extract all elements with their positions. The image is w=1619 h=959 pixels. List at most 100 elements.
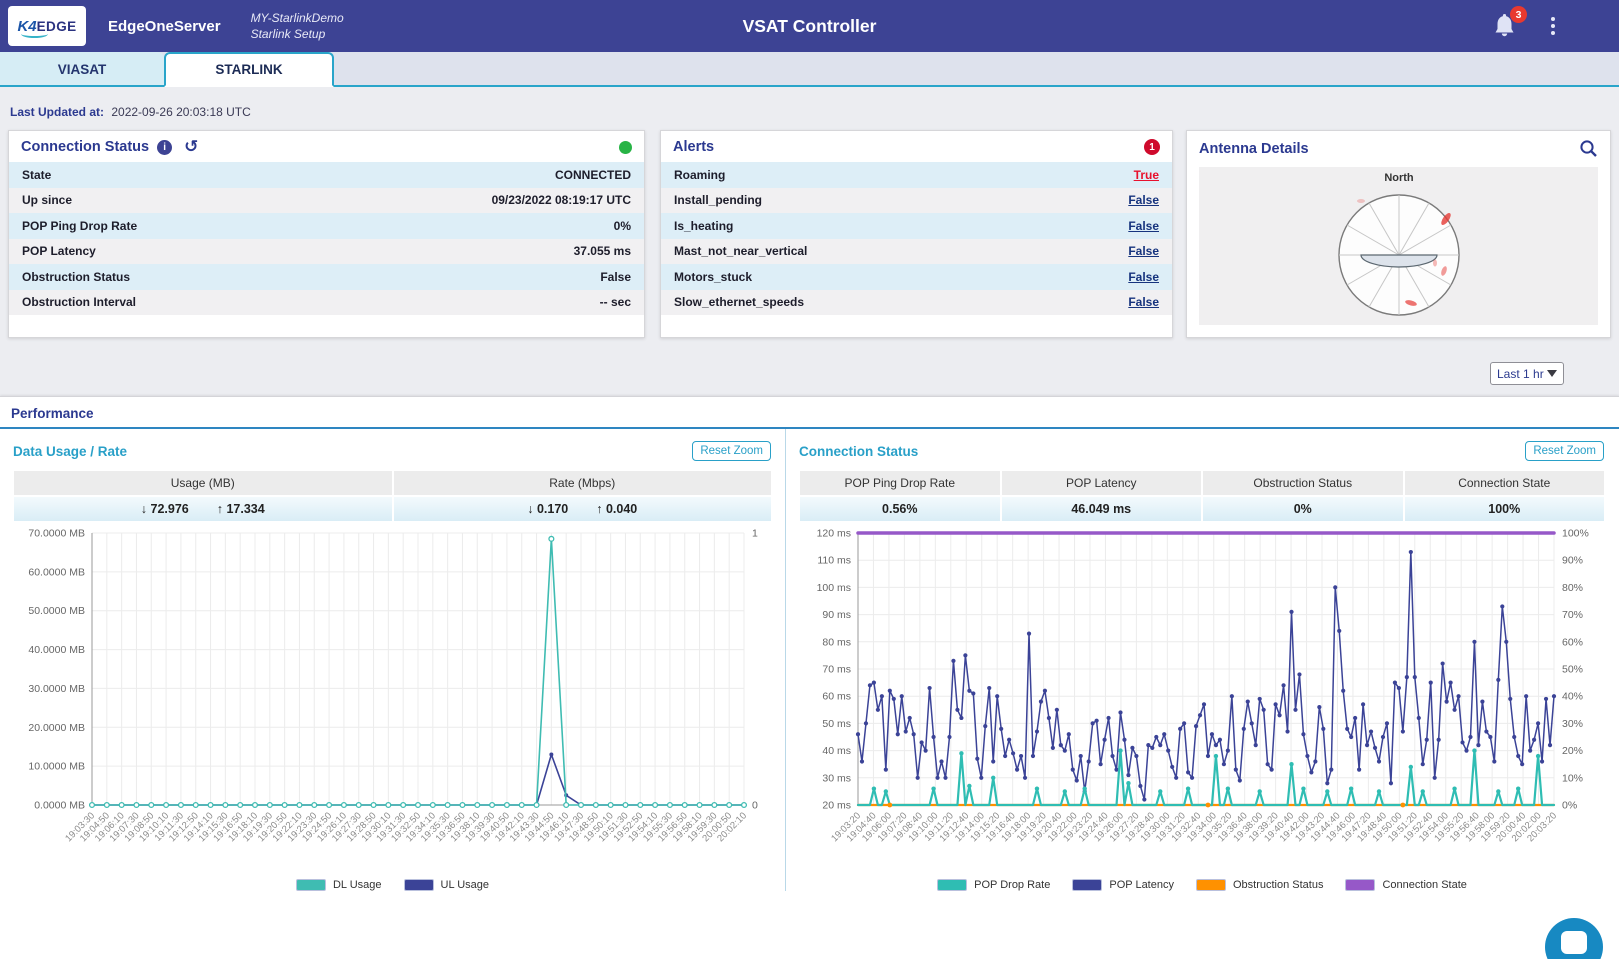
svg-text:60.0000 MB: 60.0000 MB [28,566,85,578]
svg-text:60%: 60% [1562,636,1583,648]
chevron-down-icon [1547,370,1557,377]
stat-header: Connection State [1405,471,1605,495]
svg-text:50%: 50% [1562,664,1583,676]
reset-zoom-button-right[interactable]: Reset Zoom [1525,441,1604,461]
alert-value-link[interactable]: False [1128,244,1159,258]
alerts-rows: Roaming True Install_pending False Is_heatin… [661,162,1172,315]
legend-item[interactable]: DL Usage [296,879,382,891]
row-value: 0% [614,219,631,233]
legend-swatch [1196,879,1226,891]
compass-north-label: North [1384,172,1414,184]
info-icon[interactable]: i [157,140,172,155]
vsat-controller-page: K4 EDGE EdgeOneServer MY-StarlinkDemo St… [0,0,1619,959]
provider-tabs: VIASAT STARLINK [0,52,1619,87]
svg-text:80%: 80% [1562,582,1583,594]
data-usage-panel: Data Usage / Rate Reset Zoom Usage (MB)R… [0,429,786,891]
k4edge-logo[interactable]: K4 EDGE [8,6,86,46]
connection-status-chart[interactable]: 19:03:2019:04:4019:06:0019:07:2019:08:40… [794,525,1610,877]
stat-header: POP Latency [1002,471,1202,495]
legend-label: UL Usage [441,879,490,891]
last-updated-label: Last Updated at: [10,105,104,119]
row-label: Install_pending [674,193,762,207]
svg-text:120 ms: 120 ms [817,528,851,540]
performance-title: Performance [0,397,1619,429]
row-label: Obstruction Interval [22,295,136,309]
row-value: CONNECTED [555,168,631,182]
svg-text:110 ms: 110 ms [817,555,851,567]
stat-value: 100% [1405,497,1605,521]
legend-label: POP Latency [1109,879,1174,891]
performance-panel: Performance Data Usage / Rate Reset Zoom… [0,396,1619,959]
notification-badge: 3 [1510,6,1527,23]
svg-text:100%: 100% [1562,528,1589,540]
alerts-count-badge: 1 [1144,139,1160,155]
antenna-search-button[interactable] [1579,139,1598,158]
stat-header: Usage (MB) [14,471,392,495]
usage-rate-stats: Usage (MB)Rate (Mbps)↓ 72.976↑ 17.334↓ 0… [14,471,771,521]
kebab-menu-button[interactable] [1545,15,1561,37]
server-name: EdgeOneServer [108,18,221,35]
legend-item[interactable]: UL Usage [404,879,490,891]
time-range-value: Last 1 hr [1497,367,1544,381]
table-row: POP Latency37.055 ms [9,239,644,265]
alert-value-link[interactable]: False [1128,270,1159,284]
svg-text:20 ms: 20 ms [822,800,851,812]
compass-plot: North [1199,167,1598,325]
data-usage-legend: DL Usage UL Usage [0,879,785,891]
row-value: False [600,270,631,284]
svg-text:50 ms: 50 ms [822,718,851,730]
data-usage-chart[interactable]: 19:03:3019:04:5019:06:1019:07:3019:08:50… [8,525,778,877]
row-value: 09/23/2022 08:19:17 UTC [492,193,631,207]
antenna-header: Antenna Details [1187,131,1610,165]
alert-value-link[interactable]: False [1128,219,1159,233]
connection-stats: POP Ping Drop RatePOP LatencyObstruction… [800,471,1604,521]
antenna-details-card: Antenna Details North [1186,130,1611,338]
logo-swoosh-icon [21,30,48,38]
reset-zoom-button-left[interactable]: Reset Zoom [692,441,771,461]
table-row: Mast_not_near_verticalFalse [661,239,1172,265]
svg-text:20.0000 MB: 20.0000 MB [28,722,85,734]
legend-swatch [296,879,326,891]
legend-item[interactable]: POP Latency [1072,879,1174,891]
svg-text:70.0000 MB: 70.0000 MB [28,528,85,540]
svg-text:0: 0 [752,800,758,812]
alerts-title: Alerts [673,139,714,155]
connection-status-card: Connection Status i ↺ StateCONNECTEDUp s… [8,130,645,338]
tab-viasat[interactable]: VIASAT [0,52,164,87]
legend-label: Connection State [1382,879,1466,891]
svg-text:100 ms: 100 ms [817,582,851,594]
row-label: Roaming [674,168,725,182]
legend-label: Obstruction Status [1233,879,1324,891]
site-name: MY-StarlinkDemo [251,10,344,26]
connection-status-rows: StateCONNECTEDUp since09/23/2022 08:19:1… [9,162,644,315]
notifications-button[interactable]: 3 [1493,13,1517,39]
table-row: Obstruction Interval -- sec [9,290,644,316]
legend-item[interactable]: Obstruction Status [1196,879,1324,891]
svg-text:70%: 70% [1562,609,1583,621]
legend-item[interactable]: POP Drop Rate [937,879,1050,891]
connection-status-title: Connection Status [21,139,149,155]
svg-text:10%: 10% [1562,772,1583,784]
svg-text:40.0000 MB: 40.0000 MB [28,644,85,656]
chat-bubble-icon [1561,931,1587,954]
alert-value-link[interactable]: True [1134,168,1159,182]
svg-text:70 ms: 70 ms [822,664,851,676]
row-label: Is_heating [674,219,733,233]
last-updated: Last Updated at: 2022-09-26 20:03:18 UTC [0,87,1619,119]
legend-item[interactable]: Connection State [1345,879,1466,891]
tab-starlink[interactable]: STARLINK [164,52,334,87]
legend-swatch [1072,879,1102,891]
refresh-icon[interactable]: ↺ [184,140,198,154]
alert-value-link[interactable]: False [1128,295,1159,309]
connection-status-header: Connection Status i ↺ [9,131,644,162]
time-range-dropdown[interactable]: Last 1 hr [1490,362,1564,385]
stat-header: POP Ping Drop Rate [800,471,1000,495]
stat-value: ↓ 72.976↑ 17.334 [14,497,392,521]
last-updated-value: 2022-09-26 20:03:18 UTC [111,105,250,119]
row-value: -- sec [600,295,631,309]
legend-label: POP Drop Rate [974,879,1050,891]
row-label: POP Latency [22,244,96,258]
alert-value-link[interactable]: False [1128,193,1159,207]
legend-swatch [937,879,967,891]
svg-text:40 ms: 40 ms [822,745,851,757]
